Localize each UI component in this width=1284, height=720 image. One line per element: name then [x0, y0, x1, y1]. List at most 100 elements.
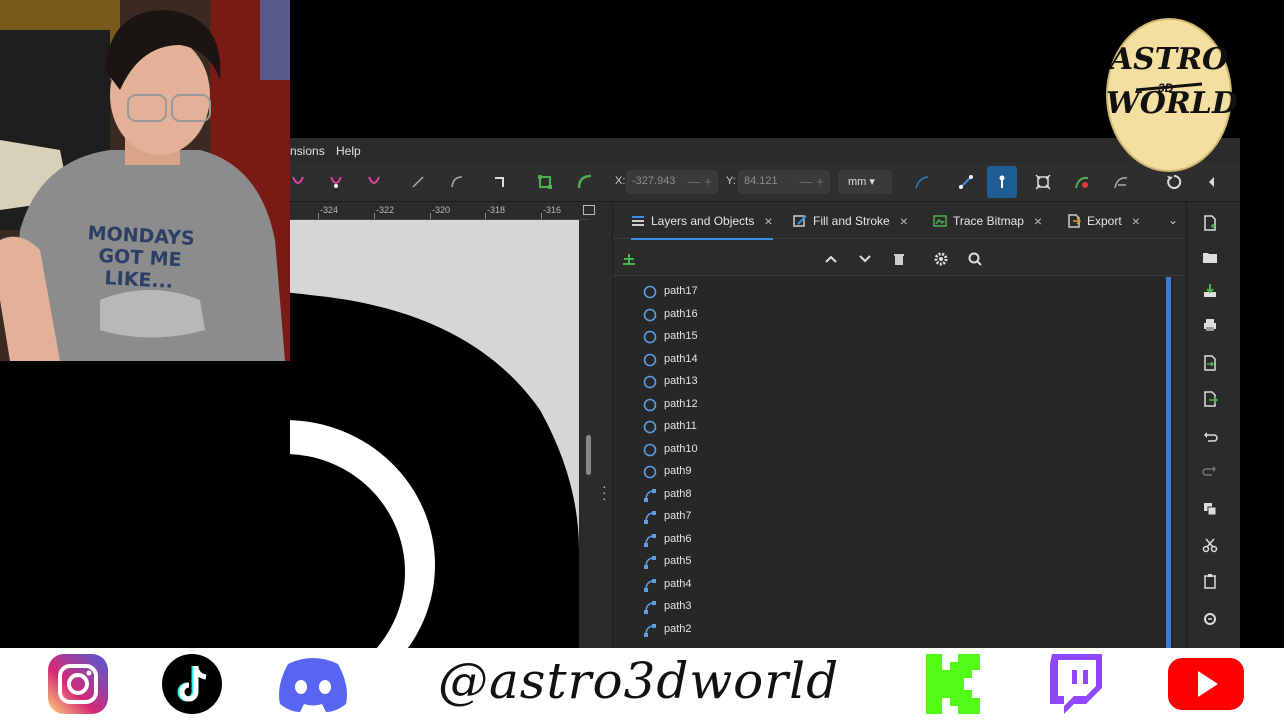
- object-row[interactable]: path7: [613, 506, 1173, 528]
- instagram-icon[interactable]: [46, 654, 110, 714]
- print-icon[interactable]: [1201, 316, 1219, 334]
- object-row[interactable]: path14: [613, 349, 1173, 371]
- transform-handles-icon[interactable]: [1031, 170, 1055, 194]
- object-label: path11: [664, 420, 697, 432]
- objects-list[interactable]: path17 path16 path15 path14 path13 path12 path…: [613, 277, 1173, 650]
- stroke-to-path-icon[interactable]: [573, 170, 597, 194]
- cut-icon[interactable]: [1201, 536, 1219, 554]
- circle-path-icon: [643, 353, 657, 366]
- circle-path-icon: [643, 308, 657, 321]
- object-row[interactable]: path12: [613, 394, 1173, 416]
- object-label: path17: [664, 285, 698, 297]
- discord-icon[interactable]: [274, 654, 352, 714]
- object-row[interactable]: path8: [613, 484, 1173, 506]
- move-down-icon[interactable]: [855, 249, 875, 269]
- menu-extensions[interactable]: nsions: [290, 144, 325, 158]
- clip-path-icon[interactable]: [1109, 170, 1133, 194]
- object-row[interactable]: path5: [613, 551, 1173, 573]
- object-row[interactable]: path6: [613, 529, 1173, 551]
- object-row[interactable]: path17: [613, 281, 1173, 303]
- trace-bitmap-icon: [933, 215, 947, 227]
- node-cusp-icon[interactable]: [488, 170, 512, 194]
- y-coordinate-field[interactable]: 84.121 — +: [738, 170, 830, 194]
- add-layer-icon[interactable]: [619, 249, 639, 269]
- object-label: path4: [664, 577, 692, 590]
- object-row[interactable]: path13: [613, 371, 1173, 393]
- path-effect-icon[interactable]: [1070, 170, 1094, 194]
- node-delete-icon[interactable]: [362, 170, 386, 194]
- menu-help[interactable]: Help: [336, 144, 361, 158]
- ruler-tick-label: -318: [487, 205, 506, 215]
- display-mode-icon[interactable]: [583, 205, 595, 215]
- object-label: path14: [664, 352, 698, 365]
- node-break-icon[interactable]: [324, 170, 348, 194]
- settings-icon[interactable]: [931, 249, 951, 269]
- object-row[interactable]: path3: [613, 596, 1173, 618]
- object-to-path-icon[interactable]: [533, 170, 557, 194]
- layer-indicator-bar: [1166, 277, 1171, 650]
- object-row[interactable]: path16: [613, 304, 1173, 326]
- object-row[interactable]: path11: [613, 416, 1173, 438]
- zoom-icon[interactable]: [1201, 610, 1219, 628]
- dock-panel: Layers and Objects × Fill and Stroke × T…: [612, 203, 1184, 650]
- layers-icon: [632, 216, 644, 226]
- more-tabs-chevron-icon[interactable]: ⌄: [1168, 213, 1178, 227]
- channel-handle: @astro3dworld: [438, 652, 840, 710]
- node-join-icon[interactable]: [290, 170, 310, 194]
- show-handles-icon[interactable]: [990, 170, 1014, 194]
- close-icon[interactable]: ×: [764, 213, 772, 229]
- node-tool-controls: X: -327.943 — + Y: 84.121 — + mm ▾: [290, 162, 1240, 202]
- collapse-icon[interactable]: [1200, 170, 1224, 194]
- close-icon[interactable]: ×: [1034, 213, 1042, 229]
- new-document-icon[interactable]: [1201, 214, 1219, 232]
- duplicate-icon[interactable]: [1201, 500, 1219, 518]
- kick-icon[interactable]: [924, 654, 982, 714]
- undo-icon[interactable]: [1201, 428, 1219, 446]
- astro-world-logo: ASTRO WORLD 3D: [1106, 18, 1238, 173]
- canvas-scrollbar[interactable]: [579, 220, 599, 650]
- bezier-path-icon: [644, 488, 656, 502]
- drawing-canvas[interactable]: [290, 220, 579, 650]
- move-up-icon[interactable]: [821, 249, 841, 269]
- tiktok-icon[interactable]: [160, 654, 224, 714]
- dock-drag-handle[interactable]: · · ·: [602, 479, 607, 505]
- ruler-tick-label: -324: [320, 205, 339, 215]
- close-icon[interactable]: ×: [1132, 213, 1140, 229]
- open-icon[interactable]: [1201, 248, 1219, 266]
- tab-fill-and-stroke[interactable]: Fill and Stroke ×: [793, 203, 908, 239]
- object-row[interactable]: path10: [613, 439, 1173, 461]
- undo-icon[interactable]: [1161, 170, 1185, 194]
- tab-layers-and-objects[interactable]: Layers and Objects ×: [631, 203, 773, 240]
- x-coordinate-field[interactable]: -327.943 — +: [626, 170, 718, 194]
- paste-icon[interactable]: [1201, 572, 1219, 590]
- tab-export[interactable]: Export ×: [1067, 203, 1140, 239]
- object-row[interactable]: path2: [613, 619, 1173, 641]
- path-outline-icon[interactable]: [910, 170, 934, 194]
- object-row[interactable]: path4: [613, 574, 1173, 596]
- export-icon: [1068, 214, 1081, 228]
- object-row[interactable]: path15: [613, 326, 1173, 348]
- x-value: -327.943: [632, 175, 676, 187]
- save-icon[interactable]: [1201, 282, 1219, 300]
- import-icon[interactable]: [1201, 354, 1219, 372]
- youtube-icon[interactable]: [1166, 654, 1246, 714]
- y-stepper[interactable]: — +: [800, 174, 824, 189]
- search-icon[interactable]: [965, 249, 985, 269]
- redo-icon[interactable]: [1201, 462, 1219, 480]
- x-stepper[interactable]: — +: [688, 174, 712, 189]
- ruler-tick-label: -322: [376, 205, 395, 215]
- object-label: path16: [664, 307, 698, 320]
- object-row[interactable]: path9: [613, 461, 1173, 483]
- dock-tabs: Layers and Objects × Fill and Stroke × T…: [613, 203, 1184, 240]
- tab-trace-bitmap[interactable]: Trace Bitmap ×: [933, 203, 1042, 239]
- twitch-icon[interactable]: [1046, 654, 1106, 714]
- unit-select[interactable]: mm ▾: [838, 170, 892, 194]
- object-label: path13: [664, 375, 698, 387]
- export-icon[interactable]: [1201, 390, 1219, 408]
- segment-line-icon[interactable]: [406, 170, 430, 194]
- bspline-icon[interactable]: [954, 170, 978, 194]
- segment-curve-icon[interactable]: [445, 170, 469, 194]
- close-icon[interactable]: ×: [900, 213, 908, 229]
- scroll-thumb[interactable]: [586, 435, 591, 475]
- delete-icon[interactable]: [889, 249, 909, 269]
